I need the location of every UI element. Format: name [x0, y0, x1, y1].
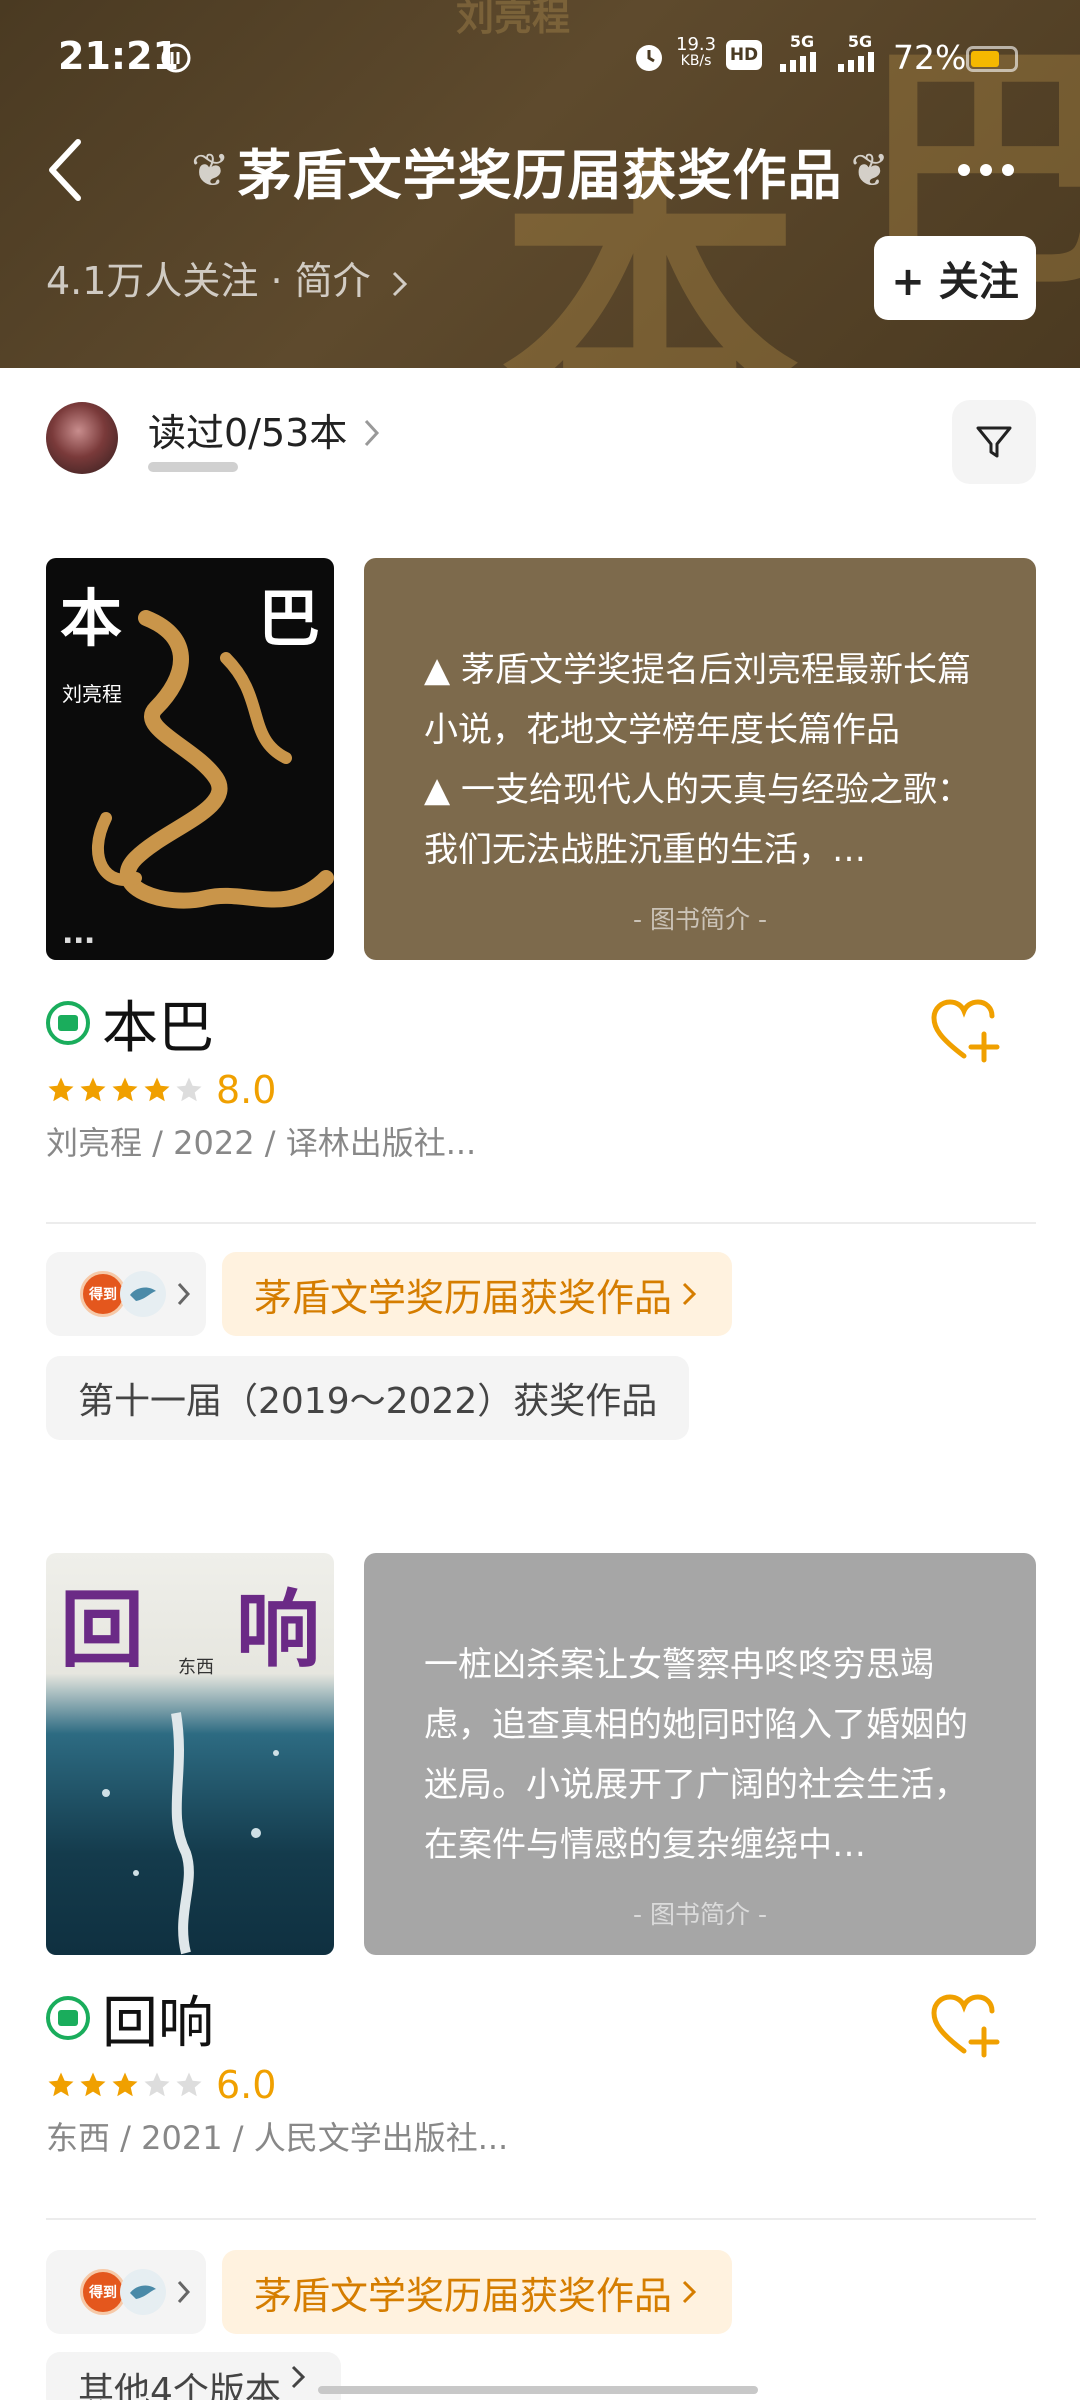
- star-icon: [112, 2072, 138, 2097]
- cover-wave-art: [102, 1712, 279, 1955]
- collection-tag-label: 茅盾文学奖历届获奖作品: [254, 1275, 673, 1320]
- network-speed: 19.3 KB/s: [676, 34, 717, 69]
- read-progress-row[interactable]: 读过0/53本: [0, 400, 1080, 500]
- add-to-favorites-button[interactable]: [930, 1993, 1006, 2059]
- book-tag-row: 得到 茅盾文学奖历届获奖作品: [46, 1252, 733, 1336]
- bird-app-icon: [120, 2269, 166, 2315]
- star-icon: [176, 1077, 202, 1102]
- app-source-chip[interactable]: 得到: [46, 2250, 206, 2334]
- back-button[interactable]: [36, 130, 96, 210]
- hd-icon: HD: [726, 40, 762, 70]
- book-tag-row: 得到 茅盾文学奖历届获奖作品: [46, 2250, 733, 2334]
- book-cover[interactable]: 本 巴 刘亮程 ▪ ▪ ▪: [46, 558, 334, 960]
- chevron-right-icon: [177, 1282, 191, 1306]
- cover-publisher-mark: ▪ ▪ ▪: [64, 933, 94, 946]
- add-to-favorites-button[interactable]: [930, 998, 1006, 1064]
- signal-1-label: 5G: [789, 32, 815, 51]
- heart-plus-icon: [931, 1994, 1000, 2058]
- hd-label: HD: [729, 45, 759, 65]
- book-cover[interactable]: 回 响 东西: [46, 1553, 334, 1955]
- title-block: ❦ 茅盾文学奖历届获奖作品 ❦: [170, 130, 910, 210]
- star-icon: [80, 1077, 106, 1102]
- star-icon: [176, 2072, 202, 2097]
- divider: [46, 2218, 1036, 2220]
- book-title-row[interactable]: 本巴: [46, 988, 214, 1061]
- home-indicator[interactable]: [318, 2386, 758, 2394]
- signal-icon-1: 5G: [780, 34, 824, 72]
- star-icon: [48, 1077, 74, 1102]
- other-editions-tag[interactable]: 其他4个版本: [46, 2352, 341, 2400]
- rating-score: 8.0: [216, 1068, 277, 1112]
- battery-icon: [966, 46, 1018, 72]
- collection-header: 刘亮程 本 巴 21:21 19.3 KB/s HD 5G 5G 72% ❦ 茅…: [0, 0, 1080, 368]
- read-progress-bar: [148, 462, 238, 472]
- followers-intro-link[interactable]: 4.1万人关注 · 简介: [46, 250, 411, 305]
- book-title: 本巴: [102, 995, 214, 1061]
- collection-tag[interactable]: 茅盾文学奖历届获奖作品: [222, 1252, 733, 1336]
- read-progress-label: 读过0/53本: [148, 411, 348, 455]
- award-edition-tag[interactable]: 第十一届（2019～2022）获奖作品: [46, 1356, 690, 1440]
- bird-app-icon: [120, 1271, 166, 1317]
- signal-icon-2: 5G: [838, 34, 882, 72]
- star-icon: [48, 2072, 74, 2097]
- book-meta: 东西 / 2021 / 人民文学出版社...: [46, 2119, 509, 2157]
- book-title: 回响: [102, 1990, 214, 2056]
- other-editions-label: 其他4个版本: [78, 2371, 281, 2400]
- chevron-right-icon: [177, 2280, 191, 2304]
- laurel-left-icon: ❦: [190, 143, 230, 197]
- rating-row: 8.0: [46, 1068, 277, 1112]
- star-icon: [144, 1077, 170, 1102]
- book-intro-text: ▲ 茅盾文学奖提名后刘亮程最新长篇小说，花地文学榜年度长篇作品 ▲ 一支给现代人…: [424, 650, 971, 870]
- battery-percent: 72%: [893, 38, 967, 77]
- cover-calligraphy-art: [91, 610, 334, 909]
- collection-tag[interactable]: 茅盾文学奖历届获奖作品: [222, 2250, 733, 2334]
- star-icon: [144, 2072, 170, 2097]
- book-intro-text: 一桩凶杀案让女警察冉咚咚穷思竭虑，追查真相的她同时陷入了婚姻的迷局。小说展开了广…: [424, 1645, 968, 1865]
- rating-row: 6.0: [46, 2063, 277, 2107]
- star-rating: [46, 1075, 204, 1105]
- rating-score: 6.0: [216, 2063, 277, 2107]
- filter-button[interactable]: [952, 400, 1036, 484]
- chevron-right-icon: [291, 2365, 306, 2389]
- alarm-icon: [632, 38, 666, 74]
- signal-2-label: 5G: [847, 32, 873, 51]
- avatar[interactable]: [46, 402, 118, 474]
- book-intro-label: - 图书简介 -: [633, 905, 767, 934]
- follow-button[interactable]: + 关注: [874, 236, 1036, 320]
- page-title: 茅盾文学奖历届获奖作品: [237, 143, 843, 207]
- chevron-right-icon: [364, 419, 380, 447]
- read-status-icon: [46, 1001, 90, 1045]
- book-meta: 刘亮程 / 2022 / 译林出版社...: [46, 1124, 477, 1162]
- book-intro-panel[interactable]: 一桩凶杀案让女警察冉咚咚穷思竭虑，追查真相的她同时陷入了婚姻的迷局。小说展开了广…: [364, 1553, 1036, 1955]
- network-speed-unit: KB/s: [680, 53, 712, 69]
- status-bar: 21:21 19.3 KB/s HD 5G 5G 72%: [0, 0, 1080, 110]
- collection-tag-label: 茅盾文学奖历届获奖作品: [254, 2273, 673, 2318]
- app-source-chip[interactable]: 得到: [46, 1252, 206, 1336]
- network-speed-value: 19.3: [676, 34, 717, 55]
- star-icon: [80, 2072, 106, 2097]
- read-status-icon: [46, 1996, 90, 2040]
- divider: [46, 1222, 1036, 1224]
- book-intro-label: - 图书简介 -: [633, 1900, 767, 1929]
- heart-plus-icon: [931, 999, 1000, 1063]
- star-rating: [46, 2070, 204, 2100]
- star-icon: [112, 1077, 138, 1102]
- book-title-row[interactable]: 回响: [46, 1983, 214, 2056]
- chevron-right-icon: [682, 1282, 697, 1306]
- chevron-right-icon: [682, 2280, 697, 2304]
- sync-icon: [160, 42, 192, 74]
- filter-icon: [976, 426, 1012, 458]
- followers-text: 4.1万人关注 · 简介: [46, 259, 371, 303]
- book-intro-panel[interactable]: ▲ 茅盾文学奖提名后刘亮程最新长篇小说，花地文学榜年度长篇作品 ▲ 一支给现代人…: [364, 558, 1036, 960]
- chevron-right-icon: [392, 271, 407, 296]
- laurel-right-icon: ❦: [850, 143, 890, 197]
- more-options-button[interactable]: [946, 140, 1026, 200]
